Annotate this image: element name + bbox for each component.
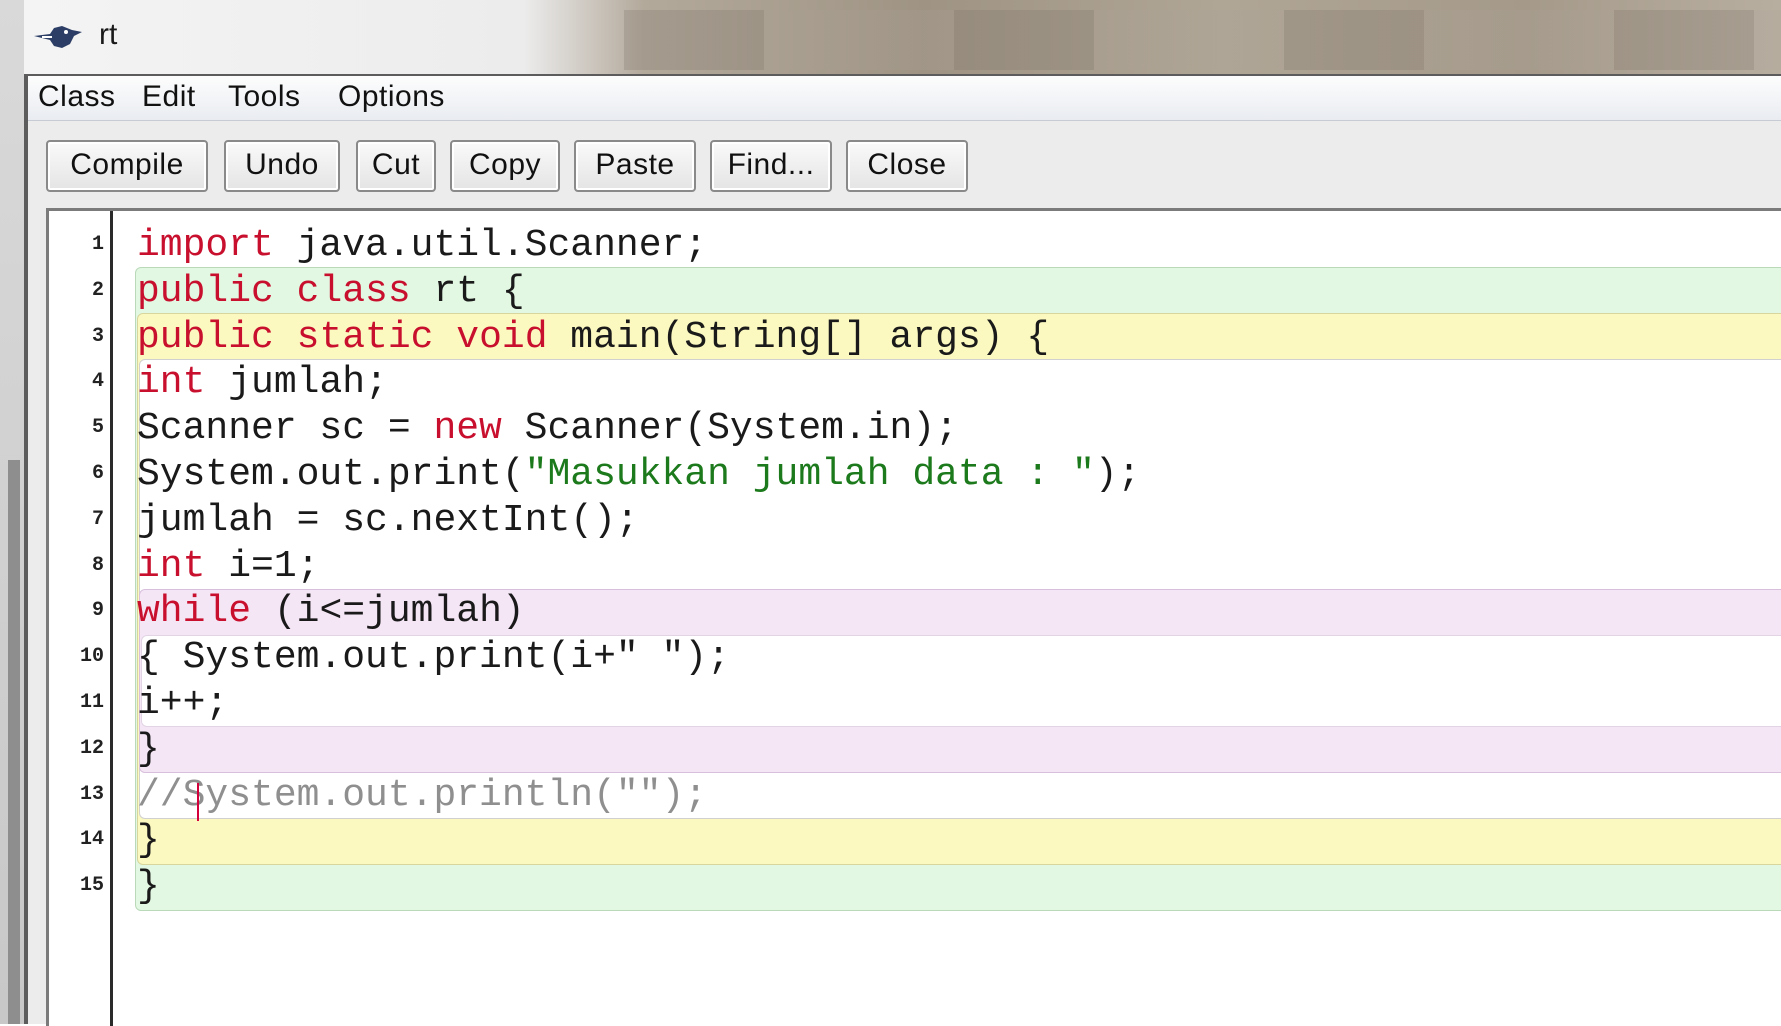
line-number: 9: [91, 599, 104, 623]
title-bar: rt: [24, 0, 1781, 74]
undo-button[interactable]: Undo: [224, 140, 340, 192]
line-number: 10: [79, 645, 104, 669]
code-editor[interactable]: 1 2 3 4 5 6 7 8 9 10 11 12 13 14 15 import java.util.S…: [46, 208, 1781, 1026]
menu-class[interactable]: Class: [38, 80, 116, 114]
code-line[interactable]: public class rt {: [137, 269, 525, 315]
code-line[interactable]: jumlah = sc.nextInt();: [137, 498, 639, 544]
keyword-token: public: [137, 315, 274, 359]
keyword-token: public: [137, 269, 274, 313]
copy-button[interactable]: Copy: [450, 140, 560, 192]
code-token: i++;: [137, 682, 229, 725]
code-token: Scanner sc =: [137, 407, 434, 451]
line-number: 5: [91, 416, 104, 440]
line-number-gutter: 1 2 3 4 5 6 7 8 9 10 11 12 13 14 15: [49, 211, 113, 1026]
line-number: 2: [91, 278, 104, 302]
line-number: 12: [79, 736, 104, 760]
menu-edit[interactable]: Edit: [142, 80, 196, 114]
keyword-token: static: [296, 315, 434, 359]
line-number: 14: [79, 828, 104, 852]
code-token: i=1;: [205, 544, 320, 588]
toolbar: Compile Undo Cut Copy Paste Find... Clos…: [28, 122, 1781, 206]
paste-button[interactable]: Paste: [574, 140, 696, 192]
code-token: );: [1094, 453, 1141, 496]
line-number: 4: [91, 370, 104, 394]
code-token: rt {: [410, 269, 525, 313]
close-button[interactable]: Close: [846, 140, 968, 192]
code-token: }: [137, 727, 160, 771]
code-token: (i<=jumlah): [251, 590, 525, 634]
line-number: 6: [91, 462, 104, 485]
code-line[interactable]: { System.out.print(i+" ");: [137, 635, 730, 681]
keyword-token: void: [456, 315, 548, 359]
text-caret: [197, 783, 199, 821]
keyword-token: new: [433, 407, 502, 451]
code-token: }: [137, 865, 160, 909]
code-line[interactable]: Scanner sc = new Scanner(System.in);: [137, 406, 958, 452]
code-line[interactable]: }: [137, 818, 160, 864]
window-title: rt: [99, 18, 118, 51]
code-token: jumlah;: [205, 361, 388, 405]
background-scrollbar: [8, 460, 20, 1024]
line-number: 3: [91, 324, 104, 348]
code-line[interactable]: import java.util.Scanner;: [137, 223, 707, 269]
editor-window: rt Class Edit Tools Options Compile Undo…: [24, 0, 1781, 1026]
code-token: jumlah = sc.nextInt();: [137, 498, 639, 542]
line-number: 15: [79, 874, 104, 898]
code-line[interactable]: }: [137, 727, 160, 773]
keyword-token: class: [296, 269, 411, 313]
code-line[interactable]: }: [137, 864, 160, 910]
bluej-bird-icon: [34, 26, 82, 48]
menu-options[interactable]: Options: [338, 80, 445, 114]
code-token: java.util.Scanner;: [273, 224, 708, 267]
keyword-token: while: [137, 590, 252, 634]
window-body: Class Edit Tools Options Compile Undo Cu…: [24, 74, 1781, 1026]
line-number: 8: [91, 553, 104, 577]
code-line[interactable]: i++;: [137, 681, 228, 727]
code-line[interactable]: int jumlah;: [137, 360, 388, 406]
code-token: System.out.print(: [137, 453, 525, 496]
find-button[interactable]: Find...: [710, 140, 832, 192]
code-token: main(String[] args) {: [547, 315, 1050, 359]
menu-tools[interactable]: Tools: [228, 80, 301, 114]
line-number: 11: [79, 691, 104, 714]
desktop-edge: [0, 0, 24, 1024]
code-line[interactable]: int i=1;: [137, 544, 319, 590]
line-number: 13: [79, 782, 104, 806]
code-token: Scanner(System.in);: [501, 407, 958, 451]
compile-button[interactable]: Compile: [46, 140, 208, 192]
code-line[interactable]: while (i<=jumlah): [137, 589, 525, 635]
code-token: }: [137, 819, 160, 863]
comment-token: //System.out.println("");: [137, 773, 708, 817]
keyword-token: int: [137, 544, 206, 588]
code-line[interactable]: System.out.print("Masukkan jumlah data :…: [137, 452, 1140, 498]
cut-button[interactable]: Cut: [356, 140, 436, 192]
keyword-token: int: [137, 361, 206, 405]
code-token: { System.out.print(i+" ");: [137, 636, 730, 680]
code-line[interactable]: //System.out.println("");: [137, 773, 707, 819]
line-number: 1: [91, 233, 104, 256]
keyword-token: import: [137, 224, 274, 267]
string-token: "Masukkan jumlah data : ": [524, 453, 1095, 496]
code-line[interactable]: public static void main(String[] args) {: [137, 315, 1049, 361]
line-number: 7: [91, 507, 104, 531]
menu-bar: Class Edit Tools Options: [28, 76, 1781, 121]
